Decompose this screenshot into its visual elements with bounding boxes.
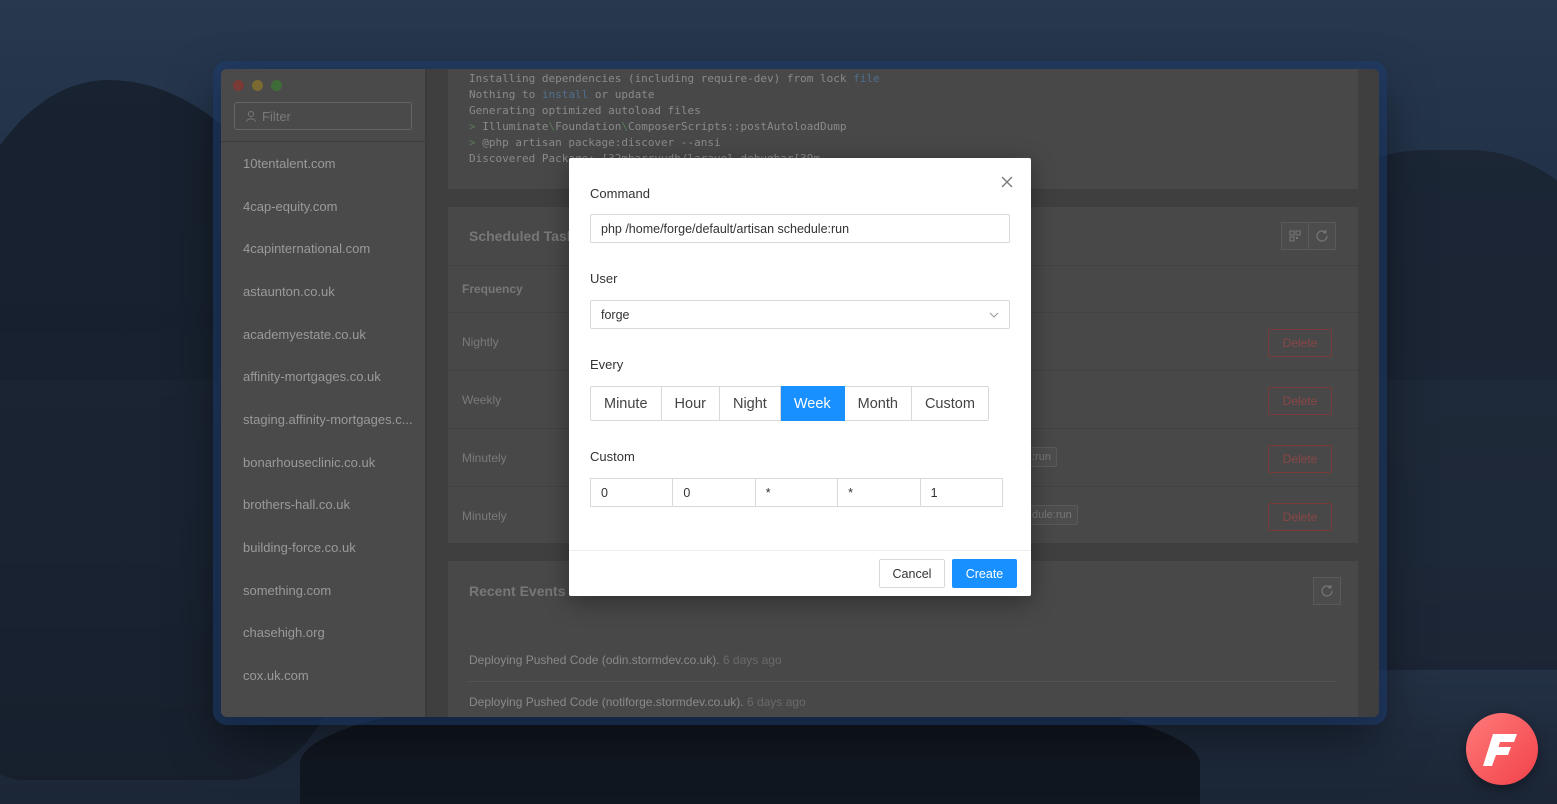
task-frequency: Minutely: [462, 451, 507, 465]
event-text: Deploying Pushed Code (odin.stormdev.co.…: [469, 653, 720, 667]
site-item[interactable]: chasehigh.org: [221, 612, 425, 655]
cron-minute-field[interactable]: 0: [590, 478, 674, 507]
delete-task-button[interactable]: Delete: [1268, 445, 1332, 473]
every-label: Every: [590, 357, 624, 372]
log-text: Installing dependencies (including requi…: [469, 72, 854, 85]
event-text: Deploying Pushed Code (notiforge.stormde…: [469, 695, 744, 709]
command-label: Command: [590, 186, 650, 201]
qr-code-button[interactable]: [1281, 222, 1309, 250]
user-icon: [246, 111, 256, 122]
log-line: Nothing to install or update: [469, 87, 1337, 103]
recent-events-title: Recent Events: [469, 583, 566, 599]
event-time: 6 days ago: [746, 695, 806, 709]
site-item[interactable]: bonarhouseclinic.co.uk: [221, 441, 425, 484]
create-button[interactable]: Create: [952, 559, 1017, 588]
zoom-window-button[interactable]: [271, 80, 282, 91]
filter-placeholder: Filter: [262, 108, 291, 124]
delete-task-button[interactable]: Delete: [1268, 329, 1332, 357]
chevron-down-icon: [989, 312, 999, 318]
event-item: Deploying Pushed Code (notiforge.stormde…: [469, 695, 1337, 709]
task-frequency: Weekly: [462, 393, 502, 407]
custom-cron-fields: 0 0 * * 1: [590, 478, 1003, 507]
forge-f-icon: [1483, 734, 1517, 766]
sidebar: Filter 10tentalent.com 4cap-equity.com 4…: [221, 69, 426, 717]
log-line: Installing dependencies (including requi…: [469, 71, 1337, 87]
every-segmented-control: Minute Hour Night Week Month Custom: [590, 386, 989, 421]
dialog-footer: Cancel Create: [569, 550, 1031, 596]
cron-day-field[interactable]: *: [754, 478, 839, 507]
cron-month-field[interactable]: *: [837, 478, 921, 507]
log-keyword: install: [541, 88, 589, 101]
cancel-button[interactable]: Cancel: [879, 559, 945, 588]
task-command-tag: dule:run: [1026, 505, 1078, 525]
cron-weekday-field[interactable]: 1: [919, 478, 1003, 507]
window-controls: [233, 80, 282, 91]
site-item[interactable]: astaunton.co.uk: [221, 270, 425, 313]
event-time: 6 days ago: [722, 653, 782, 667]
log-line: > @php artisan package:discover --ansi: [469, 135, 1337, 151]
close-icon[interactable]: [1000, 175, 1014, 189]
task-frequency: Nightly: [462, 335, 499, 349]
scheduled-tasks-title: Scheduled Tasks: [469, 228, 583, 244]
minimize-window-button[interactable]: [252, 80, 263, 91]
refresh-events-button[interactable]: [1313, 577, 1341, 605]
log-separator: \: [621, 120, 628, 133]
site-list: 10tentalent.com 4cap-equity.com 4capinte…: [221, 142, 425, 697]
log-prompt: >: [469, 120, 483, 133]
log-text: ComposerScripts::postAutoloadDump: [627, 120, 847, 133]
site-item[interactable]: 4capinternational.com: [221, 227, 425, 270]
user-label: User: [590, 271, 618, 286]
site-item[interactable]: building-force.co.uk: [221, 526, 425, 569]
forge-logo: [1466, 713, 1538, 785]
site-item[interactable]: cox.uk.com: [221, 654, 425, 697]
log-line: > Illuminate\Foundation\ComposerScripts:…: [469, 119, 1337, 135]
log-line: Generating optimized autoload files: [469, 104, 701, 117]
log-text: Illuminate: [482, 120, 549, 133]
log-text: or update: [588, 88, 655, 101]
event-item: Deploying Pushed Code (odin.stormdev.co.…: [469, 653, 1337, 667]
user-select-value: forge: [601, 307, 630, 322]
refresh-tasks-button[interactable]: [1308, 222, 1336, 250]
new-scheduled-task-dialog: Command php /home/forge/default/artisan …: [569, 158, 1031, 596]
every-option-custom[interactable]: Custom: [911, 386, 989, 421]
delete-task-button[interactable]: Delete: [1268, 503, 1332, 531]
every-option-minute[interactable]: Minute: [590, 386, 662, 421]
site-item[interactable]: 4cap-equity.com: [221, 185, 425, 228]
filter-input[interactable]: Filter: [234, 102, 412, 130]
event-divider: [469, 681, 1337, 682]
cron-hour-field[interactable]: 0: [672, 478, 756, 507]
every-option-night[interactable]: Night: [719, 386, 781, 421]
log-text: Foundation: [555, 120, 622, 133]
task-frequency: Minutely: [462, 509, 507, 523]
command-input[interactable]: php /home/forge/default/artisan schedule…: [590, 214, 1010, 243]
qr-code-icon: [1289, 230, 1301, 242]
every-option-week[interactable]: Week: [780, 386, 845, 421]
site-item[interactable]: something.com: [221, 569, 425, 612]
custom-label: Custom: [590, 449, 635, 464]
log-text: @php artisan package:discover --ansi: [482, 136, 721, 149]
site-item[interactable]: affinity-mortgages.co.uk: [221, 355, 425, 398]
close-window-button[interactable]: [233, 80, 244, 91]
user-select[interactable]: forge: [590, 300, 1010, 329]
log-keyword: file: [853, 72, 880, 85]
log-prompt: >: [469, 136, 483, 149]
site-item[interactable]: 10tentalent.com: [221, 142, 425, 185]
site-item[interactable]: brothers-hall.co.uk: [221, 484, 425, 527]
every-option-hour[interactable]: Hour: [661, 386, 720, 421]
site-item[interactable]: staging.affinity-mortgages.c...: [221, 398, 425, 441]
site-item[interactable]: academyestate.co.uk: [221, 313, 425, 356]
refresh-icon: [1321, 585, 1333, 597]
frequency-column-header: Frequency: [462, 282, 523, 296]
log-text: Nothing to: [469, 88, 542, 101]
refresh-icon: [1316, 230, 1328, 242]
every-option-month[interactable]: Month: [844, 386, 912, 421]
delete-task-button[interactable]: Delete: [1268, 387, 1332, 415]
